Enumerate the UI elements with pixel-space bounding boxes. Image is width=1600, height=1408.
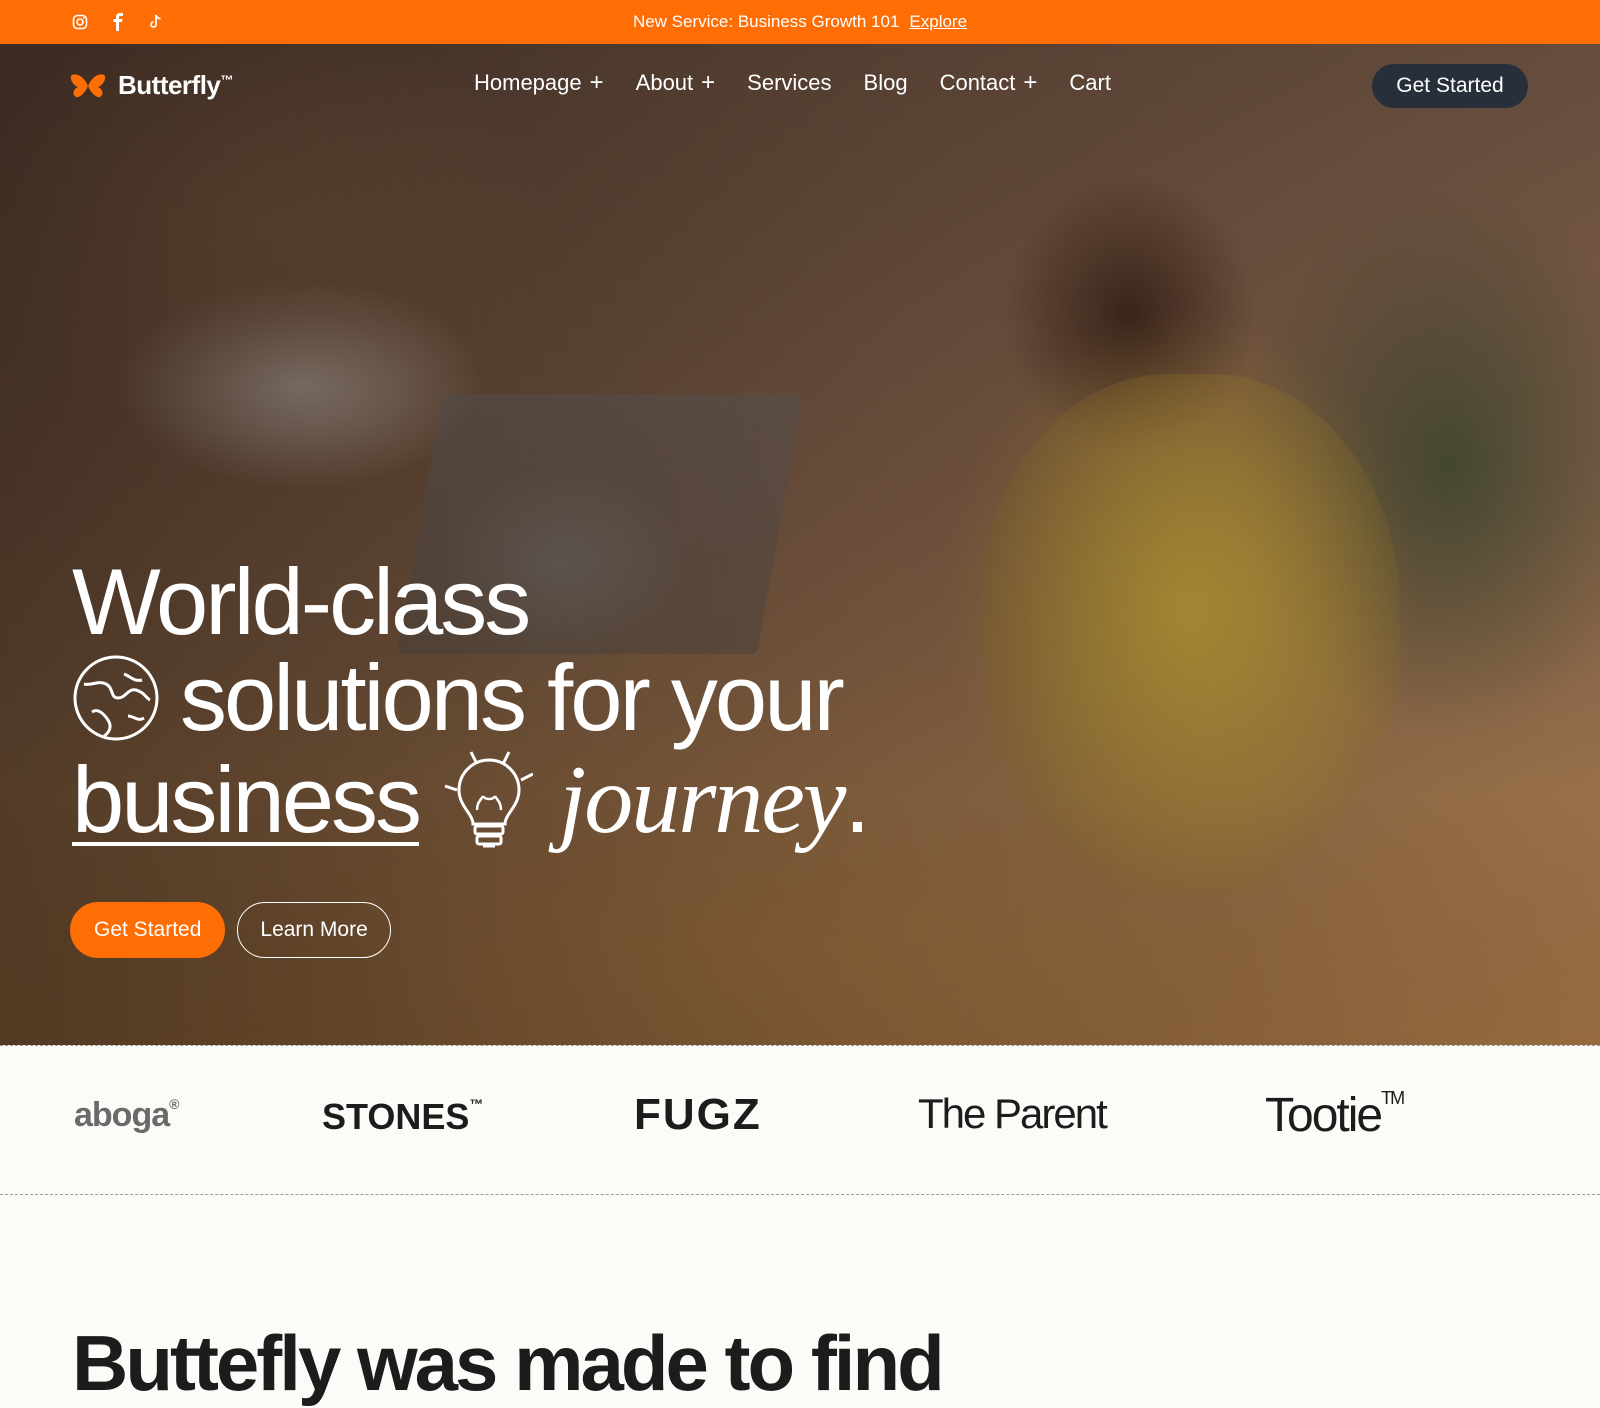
headline-period: . [844,747,870,852]
partner-mark: ® [169,1096,179,1112]
nav-item-label: About [635,70,694,95]
headline-text-business: business [72,747,422,852]
explore-link[interactable]: Explore [909,12,967,32]
hero-headline: World-class solutions for your business [72,554,871,854]
nav-item-about[interactable]: About + [636,70,716,96]
nav-item-label: Services [747,70,832,95]
hero-section: Butterfly™ Homepage + About + Services B… [0,44,1600,1045]
brand-trademark: ™ [220,72,233,88]
butterfly-icon [70,73,106,97]
social-links [70,12,166,32]
nav-menu: Homepage + About + Services Blog Contact… [474,70,1111,96]
partner-name: FUGZ [634,1090,762,1139]
nav-item-services[interactable]: Services [747,70,831,96]
headline-text-journey: journey [559,746,846,854]
headline-line-1: World-class [72,554,867,650]
headline-text-1: World-class [72,549,531,654]
partner-name: STONES [322,1096,470,1137]
brand-text: Butterfly [118,70,221,100]
intro-heading: Buttefly was made to find [72,1319,945,1407]
facebook-icon[interactable] [108,12,128,32]
partner-logo-stones: STONES™ [322,1096,483,1138]
plus-icon: + [701,69,716,96]
globe-icon [73,655,159,741]
lightbulb-icon [444,751,533,848]
plus-icon: + [1023,69,1038,96]
nav-item-homepage[interactable]: Homepage + [474,70,604,96]
hero-overlay [0,44,1600,1045]
partner-logos: aboga® STONES™ FUGZ The Parent TootieTM [0,1045,1600,1195]
brand-name: Butterfly™ [118,70,233,101]
announcement-text: New Service: Business Growth 101 [632,12,900,31]
partner-mark: ™ [469,1096,484,1112]
partner-mark: TM [1381,1088,1405,1108]
hero-actions: Get Started Learn More [70,902,391,958]
nav-item-label: Homepage [474,70,582,95]
learn-more-button[interactable]: Learn More [237,902,391,958]
instagram-icon[interactable] [70,12,90,32]
nav-item-blog[interactable]: Blog [864,70,908,96]
brand-logo[interactable]: Butterfly™ [70,70,233,101]
nav-item-label: Contact [939,70,1016,95]
nav-item-contact[interactable]: Contact + [940,70,1038,96]
partner-name: The Parent [918,1090,1108,1137]
get-started-button[interactable]: Get Started [70,902,226,958]
headline-line-3: business journey . [72,746,871,854]
nav-get-started-button[interactable]: Get Started [1372,64,1528,108]
main-nav: Butterfly™ Homepage + About + Services B… [0,44,1600,124]
announcement-bar: New Service: Business Growth 101 Explore [0,0,1600,44]
partner-logo-fugz: FUGZ [634,1090,762,1140]
headline-text-2: solutions for your [180,645,845,750]
plus-icon: + [589,69,604,96]
partner-logo-aboga: aboga® [74,1096,179,1135]
headline-line-2: solutions for your [72,650,867,746]
nav-item-label: Cart [1069,70,1111,95]
nav-item-cart[interactable]: Cart [1069,70,1111,96]
tiktok-icon[interactable] [146,12,166,32]
partner-logo-tootie: TootieTM [1265,1088,1405,1143]
partner-logo-the-parent: The Parent [918,1090,1108,1138]
partner-name: Tootie [1265,1089,1383,1142]
partner-name: aboga [74,1096,170,1134]
nav-item-label: Blog [863,70,908,95]
